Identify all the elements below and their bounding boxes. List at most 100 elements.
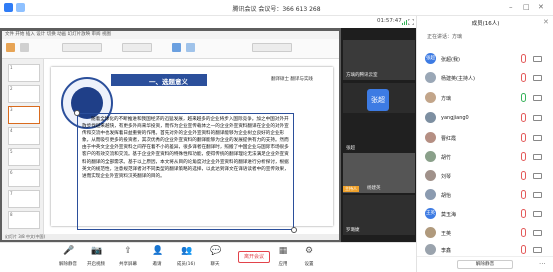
- apps-button[interactable]: ▦ 应用: [272, 246, 294, 267]
- font-box: [62, 43, 102, 52]
- member-row[interactable]: 杨建英(主持人): [425, 72, 550, 86]
- avatar: [425, 189, 436, 200]
- avatar: 张超: [425, 53, 436, 64]
- title-bar: 腾讯会议 会议号：366 613 268 – □ ✕: [0, 0, 553, 16]
- camera-icon: [533, 75, 542, 81]
- members-panel-footer: 解除静音 ···: [417, 256, 553, 272]
- mic-muted-icon: [521, 171, 526, 180]
- camera-icon: [533, 211, 542, 217]
- member-row[interactable]: 刘琴: [425, 170, 550, 184]
- close-icon[interactable]: ✕: [538, 3, 544, 12]
- camera-icon: [533, 230, 542, 236]
- slide-header-text: 一、选题意义: [149, 78, 188, 86]
- avatar: [425, 227, 436, 238]
- avatar: [425, 72, 436, 83]
- editing-tools: [252, 43, 292, 52]
- powerpoint-window: 文件 开始 插入 设计 切换 动画 幻灯片放映 审阅 视图 1 2 3 4 5 …: [2, 31, 339, 240]
- camera-icon: [533, 192, 542, 198]
- member-row[interactable]: 曹红霞: [425, 132, 550, 146]
- ppt-ribbon: [2, 39, 339, 59]
- apps-icon: ▦: [278, 246, 288, 256]
- member-row[interactable]: 胡怡: [425, 189, 550, 203]
- current-slide: 一、选题意义 翻译硕士 翻译与实践 随着全球化的不断推进和我国经济的迅猛发展，越…: [51, 67, 333, 233]
- settings-button[interactable]: ⚙ 设置: [298, 246, 320, 267]
- leave-meeting-button[interactable]: 离开会议: [238, 251, 270, 263]
- avatar: [425, 92, 436, 103]
- invite-button[interactable]: 👤 邀请: [146, 246, 168, 267]
- host-badge: 主持人: [343, 186, 359, 192]
- member-row[interactable]: 方璃: [425, 92, 550, 106]
- camera-icon: [533, 135, 542, 141]
- member-row[interactable]: 王英 莫玉海: [425, 208, 550, 222]
- members-button[interactable]: 👥 成员(16): [175, 246, 197, 267]
- mic-muted-icon: [521, 113, 526, 122]
- share-screen-button[interactable]: ⇪ 共享屏幕: [117, 246, 139, 267]
- more-icon[interactable]: ···: [539, 260, 546, 268]
- slide-thumbnail: 4: [8, 127, 40, 145]
- paste-icon: [6, 43, 15, 52]
- close-icon[interactable]: ✕: [543, 18, 549, 26]
- member-row[interactable]: 张超 张超(我): [425, 53, 550, 67]
- slide-thumbnail: 6: [8, 169, 40, 187]
- avatar: [425, 112, 436, 123]
- member-row[interactable]: yangjiang0: [425, 112, 550, 126]
- screen-share-icon: ⇪: [124, 246, 132, 256]
- chat-button[interactable]: 💬 聊天: [204, 246, 226, 267]
- arrange-icon: [186, 43, 195, 52]
- maximize-icon[interactable]: □: [523, 3, 530, 12]
- mic-muted-icon: [521, 245, 526, 254]
- members-icon: 👥: [181, 246, 193, 256]
- unmute-button[interactable]: 🎤 解除静音: [57, 246, 79, 267]
- mic-icon: [521, 93, 526, 102]
- camera-icon: 📷: [91, 246, 103, 256]
- window-title: 腾讯会议 会议号：366 613 268: [232, 6, 321, 13]
- resize-handle[interactable]: [291, 227, 297, 233]
- unmute-all-button[interactable]: 解除静音: [457, 260, 513, 269]
- camera-icon: [533, 154, 542, 160]
- start-video-button[interactable]: 📷 开启视频: [85, 246, 107, 267]
- mic-muted-icon: [521, 73, 526, 82]
- slide-right-header: 翻译硕士 翻译与实践: [271, 77, 313, 82]
- ppt-status-bar: 幻灯片 3/8 中文(中国): [2, 234, 339, 240]
- slide-thumbnail-selected: 3: [8, 106, 40, 124]
- paragraph-tools: [122, 43, 152, 52]
- mic-muted-icon: [521, 133, 526, 142]
- mic-muted-icon: [521, 54, 526, 63]
- gear-icon: ⚙: [304, 246, 314, 256]
- mic-muted-icon: [521, 228, 526, 237]
- shapes-icon: [172, 43, 181, 52]
- avatar: 张超: [367, 89, 389, 111]
- slide-thumbnails: 1 2 3 4 5 6 7 8: [2, 59, 44, 234]
- meeting-timer: 01:57:47: [377, 18, 402, 24]
- slide-thumbnail: 5: [8, 148, 40, 166]
- video-tile[interactable]: 方璃的腾讯云室: [343, 40, 415, 80]
- fullscreen-icon[interactable]: [408, 19, 414, 25]
- avatar: [425, 244, 436, 255]
- resize-handle[interactable]: [74, 110, 80, 116]
- speaking-indicator: 正在讲话：方璃: [427, 34, 463, 40]
- video-tile[interactable]: 张超: [343, 113, 415, 153]
- video-tile[interactable]: 主持人 杨建英: [343, 153, 415, 193]
- member-row[interactable]: 王英: [425, 227, 550, 241]
- invite-icon: 👤: [152, 246, 164, 256]
- slide-thumbnail: 7: [8, 190, 40, 208]
- avatar: 王英: [425, 208, 436, 219]
- mic-muted-icon: [521, 190, 526, 199]
- avatar: [425, 170, 436, 181]
- member-row[interactable]: 胡竹: [425, 151, 550, 165]
- slide-text-box[interactable]: 随着全球化的不断推进和我国经济的迅猛发展，越来越多的企业将步入国际竞争。加之中国…: [77, 113, 294, 230]
- avatar: [425, 132, 436, 143]
- mic-icon: 🎤: [63, 246, 75, 256]
- slide-thumbnail: 8: [8, 211, 40, 229]
- mic-muted-icon: [521, 209, 526, 218]
- camera-icon: [533, 247, 542, 253]
- slide-paragraph: 随着全球化的不断推进和我国经济的迅猛发展，越来越多的企业将步入国际竞争。加之中国…: [82, 117, 289, 179]
- minimize-icon[interactable]: –: [509, 3, 513, 12]
- camera-icon: [533, 95, 542, 101]
- video-tile[interactable]: 罗璐婕: [343, 195, 415, 235]
- slide-thumbnail: 1: [8, 64, 40, 82]
- mic-muted-icon: [521, 152, 526, 161]
- camera-icon: [533, 56, 542, 62]
- new-slide-icon: [20, 43, 29, 52]
- members-panel: 成员(16人) ✕ 正在讲话：方璃 张超 张超(我) 杨建英(主持人) 方璃 ya…: [416, 16, 553, 272]
